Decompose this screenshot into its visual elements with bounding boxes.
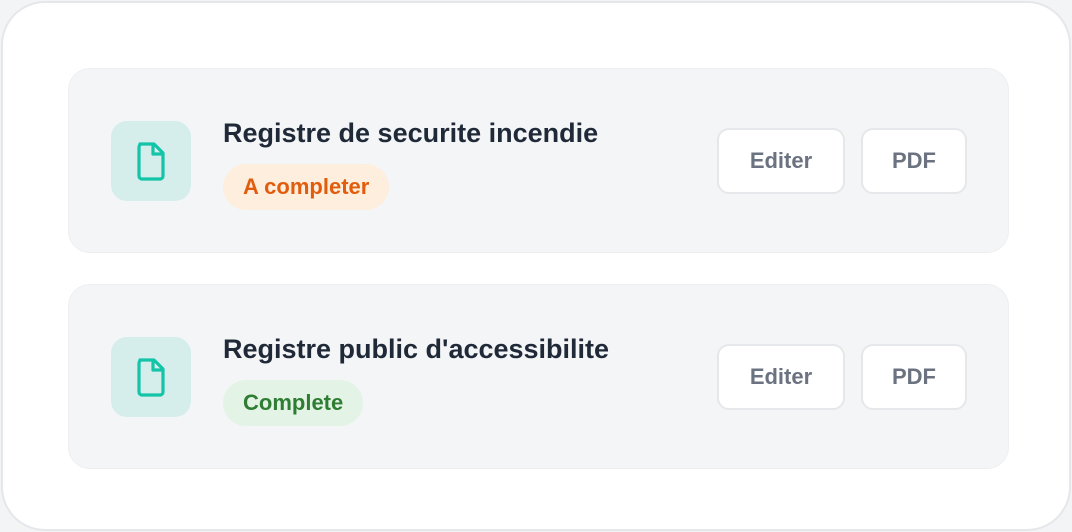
register-title: Registre de securite incendie — [223, 118, 599, 148]
pdf-button[interactable]: PDF — [861, 128, 967, 194]
register-actions: Editer PDF — [717, 128, 967, 194]
edit-button[interactable]: Editer — [717, 344, 845, 410]
document-icon-tile — [111, 121, 191, 201]
register-card-accessibility: Registre public d'accessibilite Complete… — [68, 284, 1009, 469]
registers-panel: Registre de securite incendie A complete… — [1, 1, 1071, 531]
register-list: Registre de securite incendie A complete… — [68, 68, 1009, 500]
register-actions: Editer PDF — [717, 344, 967, 410]
document-icon — [137, 142, 165, 181]
pdf-button[interactable]: PDF — [861, 344, 967, 410]
register-title: Registre public d'accessibilite — [223, 334, 610, 364]
edit-button[interactable]: Editer — [717, 128, 845, 194]
document-icon — [137, 358, 165, 397]
document-icon-tile — [111, 337, 191, 417]
status-badge: Complete — [223, 380, 364, 426]
status-badge: A completer — [223, 164, 390, 210]
register-card-fire-safety: Registre de securite incendie A complete… — [68, 68, 1009, 253]
